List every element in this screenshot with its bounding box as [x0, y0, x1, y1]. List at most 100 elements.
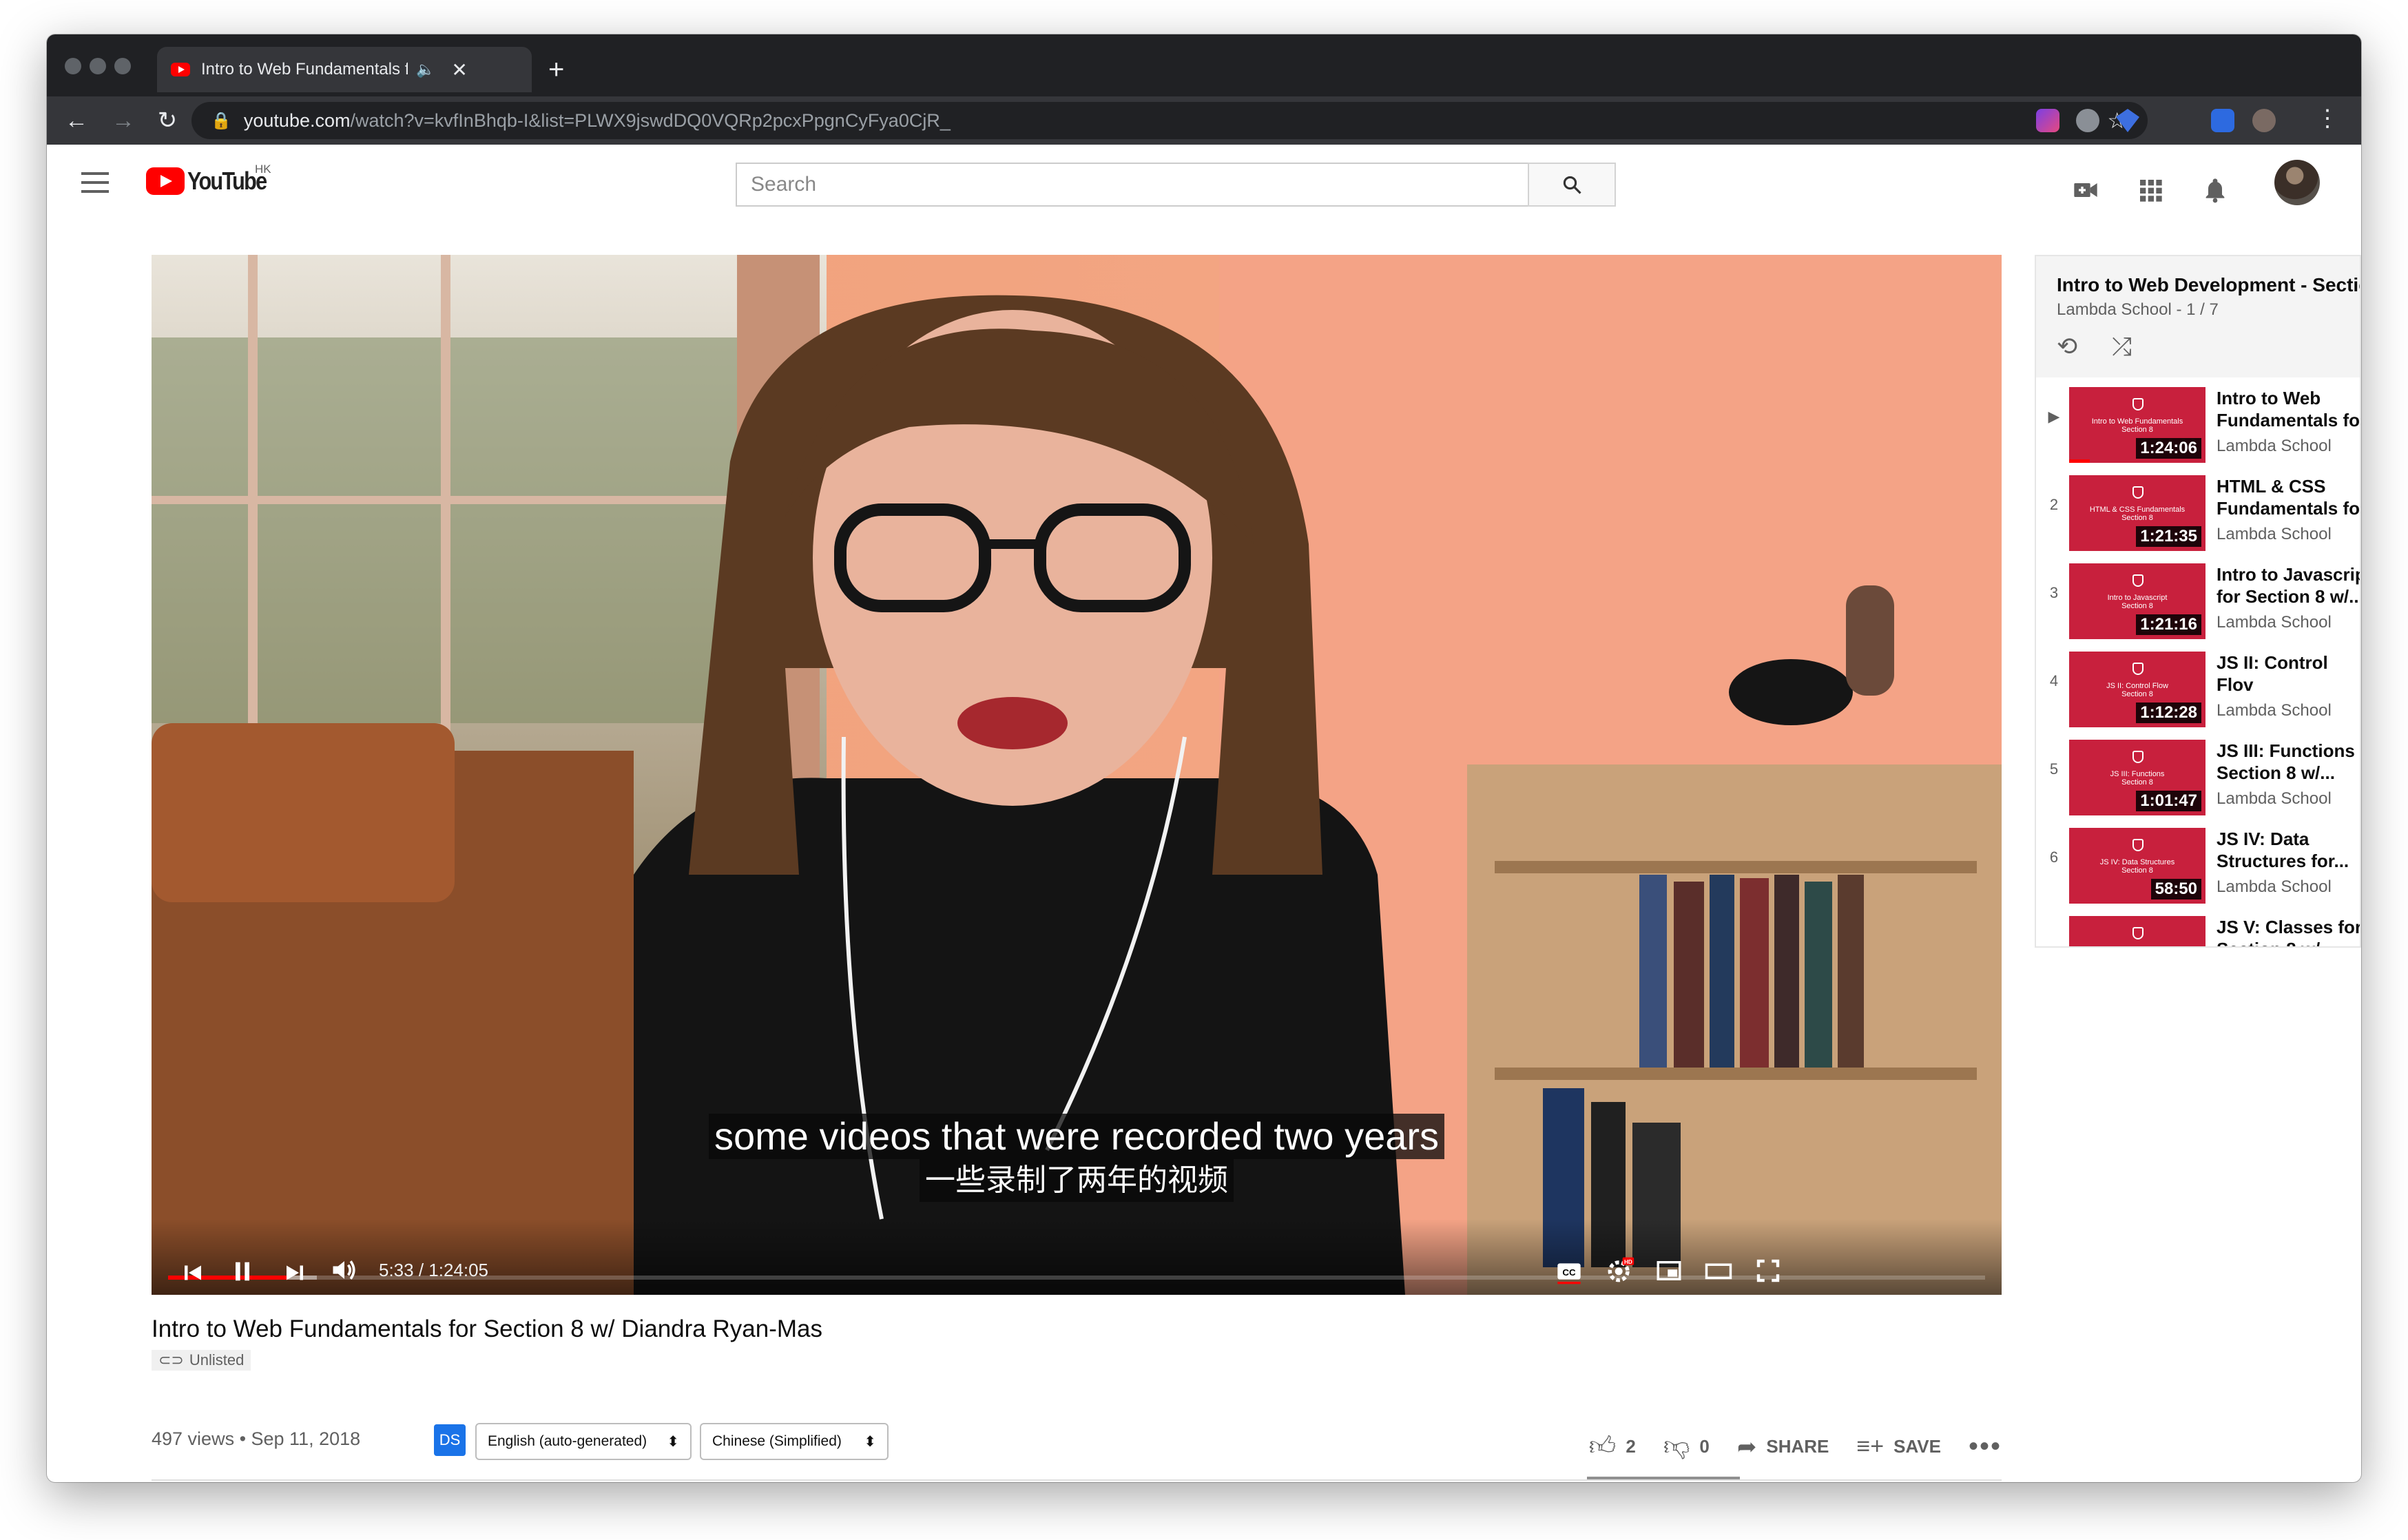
thumbnail-subtitle-text: Section 8 — [2121, 514, 2153, 522]
loop-icon[interactable]: ⟲ — [2057, 332, 2077, 362]
dislike-count: 0 — [1699, 1436, 1710, 1457]
url-host: youtube.com — [243, 110, 351, 131]
share-arrow-icon: ➦ — [1736, 1433, 1757, 1460]
search-icon — [1563, 176, 1581, 194]
share-button[interactable]: ➦ SHARE — [1737, 1433, 1829, 1461]
region-code: HK — [255, 163, 271, 176]
browser-tab[interactable]: Intro to Web Fundamentals f 🔈 ✕ — [157, 47, 532, 92]
miniplayer-icon[interactable] — [1654, 1256, 1683, 1285]
playlist-item[interactable]: 5 JS III: Functions Section 8 1:01:47 JS III… — [2036, 730, 2360, 818]
caption-line-1: some videos that were recorded two years — [708, 1114, 1445, 1159]
video-info: Intro to Web Fundamentals for Section 8 … — [152, 1315, 2002, 1461]
tab-close-icon[interactable]: ✕ — [451, 59, 467, 81]
address-bar[interactable]: 🔒 youtube.com/watch?v=kvfInBhqb-I&list=P… — [191, 102, 2148, 139]
views-date: 497 views • Sep 11, 2018 — [152, 1428, 361, 1449]
browser-menu-icon[interactable]: ⋮ — [2316, 105, 2339, 132]
duration-badge: 1:21:16 — [2136, 614, 2201, 635]
playlist-item[interactable]: 2 HTML & CSS Fundamentals Section 8 1:21:35… — [2036, 466, 2360, 554]
new-tab-button[interactable]: + — [548, 52, 564, 87]
watched-bar — [2069, 459, 2090, 463]
playlist-title[interactable]: Intro to Web Development - Sectic — [2057, 274, 2360, 296]
back-icon[interactable]: ← — [59, 103, 94, 138]
extension-2-icon[interactable] — [2076, 109, 2099, 132]
minimize-window-button[interactable] — [90, 58, 106, 74]
playlist-item-text: JS II: Control Flov for Section 8 w/... L… — [2217, 652, 2360, 720]
extension-1-icon[interactable] — [2036, 109, 2059, 132]
thumbnail-subtitle-text: Section 8 — [2121, 778, 2153, 787]
language-select-1[interactable]: English (auto-generated) ⬍ — [475, 1423, 692, 1460]
playlist-item-text: Intro to Web Fundamentals fo Lambda Schoo… — [2217, 387, 2360, 456]
fullscreen-icon[interactable] — [1754, 1256, 1783, 1285]
playlist-item-channel: Lambda School — [2217, 877, 2332, 896]
ds-extension-badge[interactable]: DS — [434, 1424, 466, 1456]
zoom-window-button[interactable] — [114, 58, 131, 74]
youtube-logo[interactable]: YouTube HK — [146, 163, 280, 196]
extension-4-icon[interactable] — [2211, 109, 2234, 132]
account-avatar[interactable] — [2274, 160, 2320, 205]
subtitles-cc-icon[interactable]: CC — [1555, 1258, 1583, 1285]
thumbnail-title: HTML & CSS Fundamentals Section 8 — [2069, 506, 2205, 522]
apps-grid-icon[interactable] — [2137, 176, 2164, 204]
meta-row: 497 views • Sep 11, 2018 DS English (aut… — [152, 1417, 2002, 1466]
next-icon[interactable] — [282, 1260, 307, 1285]
previous-icon[interactable] — [180, 1260, 205, 1285]
thumbnail-title — [2069, 946, 2205, 948]
language-1-value: English (auto-generated) — [488, 1433, 647, 1449]
more-actions-button[interactable]: ••• — [1969, 1431, 2002, 1462]
playlist-item-channel: Lambda School — [2217, 525, 2332, 543]
playlist-item-index: 2 — [2049, 496, 2059, 513]
settings-gear-icon[interactable]: HD — [1605, 1255, 1635, 1285]
thumbnail-subtitle-text: Section 8 — [2121, 866, 2153, 875]
forward-icon[interactable]: → — [106, 103, 141, 138]
share-label: SHARE — [1766, 1436, 1829, 1457]
close-window-button[interactable] — [65, 58, 81, 74]
thumbnail-title-text: JS IV: Data Structures — [2099, 858, 2175, 866]
unlisted-badge: ⊂⊃ Unlisted — [152, 1350, 251, 1371]
duration-badge: 1:01:47 — [2136, 791, 2201, 811]
playlist-item-channel: Lambda School — [2217, 701, 2332, 720]
audio-playing-icon[interactable]: 🔈 — [416, 61, 435, 79]
search-input[interactable]: Search — [736, 163, 1528, 207]
thumbnail-title: JS III: Functions Section 8 — [2069, 770, 2205, 787]
like-count: 2 — [1626, 1436, 1636, 1457]
lambda-shield-icon — [2132, 927, 2144, 939]
youtube-header: YouTube HK Search — [47, 145, 2361, 222]
thumbnail-title: JS II: Control Flow Section 8 — [2069, 682, 2205, 698]
video-player[interactable]: some videos that were recorded two years… — [152, 255, 2002, 1295]
language-select-2[interactable]: Chinese (Simplified) ⬍ — [700, 1423, 889, 1460]
playlist-item-text: JS IV: Data Structures for... Lambda Scho… — [2217, 828, 2360, 897]
divider — [152, 1479, 2002, 1481]
search-button[interactable] — [1528, 163, 1616, 207]
thumbnail-title: JS IV: Data Structures Section 8 — [2069, 858, 2205, 875]
playlist-item[interactable]: 3 Intro to Javascript Section 8 1:21:16 Intr… — [2036, 554, 2360, 642]
time-display: 5:33 / 1:24:05 — [379, 1260, 489, 1280]
thumbnail-title-text: JS III: Functions — [2110, 770, 2165, 778]
guide-menu-icon[interactable] — [81, 172, 109, 193]
thumbnail-subtitle-text: Section 8 — [2121, 602, 2153, 610]
playlist-item[interactable]: ▶ Intro to Web Fundamentals Section 8 1:24:… — [2036, 377, 2360, 466]
playlist-item[interactable]: 4 JS II: Control Flow Section 8 1:12:28 JS I… — [2036, 642, 2360, 730]
like-button[interactable]: 👍︎ 2 — [1589, 1431, 1636, 1462]
shuffle-icon[interactable]: ⤮ — [2112, 332, 2132, 362]
playlist-item[interactable]: 6 JS IV: Data Structures Section 8 58:50 JS … — [2036, 818, 2360, 906]
create-video-icon[interactable] — [2072, 176, 2099, 204]
select-arrows-icon: ⬍ — [864, 1433, 876, 1450]
playlist-item-index: 3 — [2049, 584, 2059, 601]
profile-avatar-icon[interactable] — [2252, 109, 2276, 132]
reload-icon[interactable]: ↻ — [150, 103, 185, 138]
url-path: /watch?v=kvfInBhqb-I&list=PLWX9jswdDQ0VQ… — [350, 110, 951, 131]
toolbar: ← → ↻ 🔒 youtube.com/watch?v=kvfInBhqb-I&… — [47, 96, 2361, 145]
youtube-play-icon — [146, 167, 185, 195]
dislike-button[interactable]: 👎︎ 0 — [1663, 1431, 1710, 1462]
notifications-bell-icon[interactable] — [2201, 176, 2229, 204]
captions: some videos that were recorded two years… — [152, 1114, 2002, 1202]
playlist-item-thumbnail: Intro to Javascript Section 8 1:21:16 — [2069, 563, 2205, 639]
save-button[interactable]: ≡+ SAVE — [1856, 1433, 1941, 1460]
svg-text:HD: HD — [1624, 1259, 1632, 1265]
playlist-item[interactable]: JS V: Classes for Section 8 w/... — [2036, 906, 2360, 948]
pause-icon[interactable] — [229, 1258, 256, 1285]
theater-mode-icon[interactable] — [1704, 1256, 1733, 1285]
playlist-item-text: Intro to Javascrip for Section 8 w/... La… — [2217, 563, 2360, 632]
playlist-item-text: JS III: Functions f Section 8 w/... Lambd… — [2217, 740, 2360, 809]
volume-icon[interactable] — [329, 1255, 360, 1285]
